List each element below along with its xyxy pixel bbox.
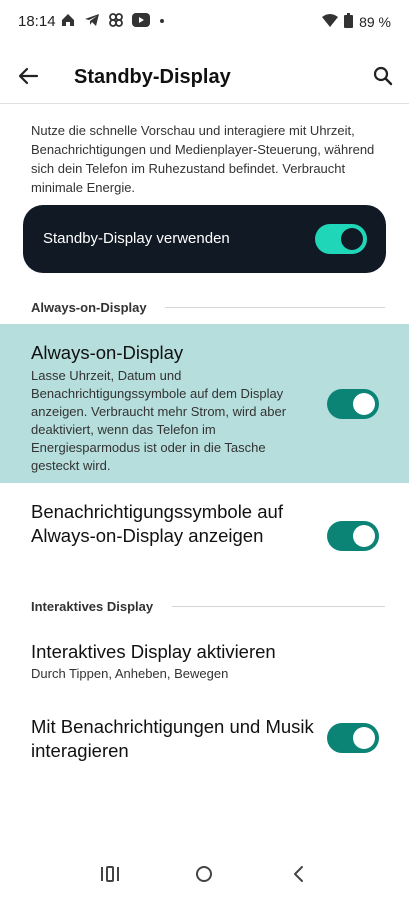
recents-button[interactable]	[96, 862, 124, 890]
telegram-icon	[84, 12, 100, 28]
battery-percent: 89 %	[359, 14, 391, 30]
toggle-knob	[353, 727, 375, 749]
home-icon	[60, 12, 76, 28]
status-bar: 18:14 89 %	[0, 0, 409, 44]
navigation-bar	[0, 850, 409, 900]
status-time: 18:14	[18, 13, 56, 30]
description-text: Nutze die schnelle Vorschau und interagi…	[31, 123, 375, 195]
interact-notif-toggle[interactable]	[327, 723, 379, 753]
back-nav-icon	[291, 865, 305, 888]
home-button-icon	[195, 865, 213, 888]
interact-notif-title[interactable]: Mit Benachrichtigungen und Musik interag…	[31, 715, 316, 763]
aod-title: Always-on-Display	[31, 342, 184, 363]
section-header-interactive: Interaktives Display	[31, 599, 154, 614]
back-button[interactable]	[14, 64, 42, 92]
wifi-icon	[322, 13, 339, 31]
toggle-knob	[353, 393, 375, 415]
section-divider	[172, 606, 385, 607]
master-toggle-switch[interactable]	[315, 224, 367, 254]
interactive-enable-subtitle: Durch Tippen, Anheben, Bewegen	[31, 666, 229, 681]
notif-icons-toggle[interactable]	[327, 521, 379, 551]
header-divider	[0, 103, 409, 104]
master-toggle-label: Standby-Display verwenden	[43, 230, 230, 247]
section-divider	[165, 307, 385, 308]
aod-subtitle: Lasse Uhrzeit, Datum und Benachrichtigun…	[31, 368, 287, 473]
dot-icon	[158, 13, 166, 27]
toggle-knob	[353, 525, 375, 547]
notification-icons	[60, 12, 166, 28]
page-title: Standby-Display	[74, 66, 231, 88]
search-button[interactable]	[369, 64, 397, 92]
youtube-icon	[132, 13, 150, 27]
home-button[interactable]	[190, 862, 218, 890]
master-toggle-card[interactable]: Standby-Display verwenden	[23, 205, 386, 273]
search-icon	[372, 65, 394, 92]
notif-icons-title[interactable]: Benachrichtigungssymbole auf Always-on-D…	[31, 500, 301, 548]
chat-icon	[108, 12, 124, 28]
arrow-back-icon	[17, 65, 39, 92]
recents-icon	[100, 865, 120, 888]
section-header-always-on: Always-on-Display	[31, 300, 147, 315]
status-right: 89 %	[322, 13, 391, 31]
back-nav-button[interactable]	[284, 862, 312, 890]
interactive-enable-title[interactable]: Interaktives Display aktivieren	[31, 640, 276, 664]
aod-toggle[interactable]	[327, 389, 379, 419]
app-bar: Standby-Display	[0, 52, 409, 104]
toggle-knob	[341, 228, 363, 250]
battery-icon	[344, 13, 354, 31]
